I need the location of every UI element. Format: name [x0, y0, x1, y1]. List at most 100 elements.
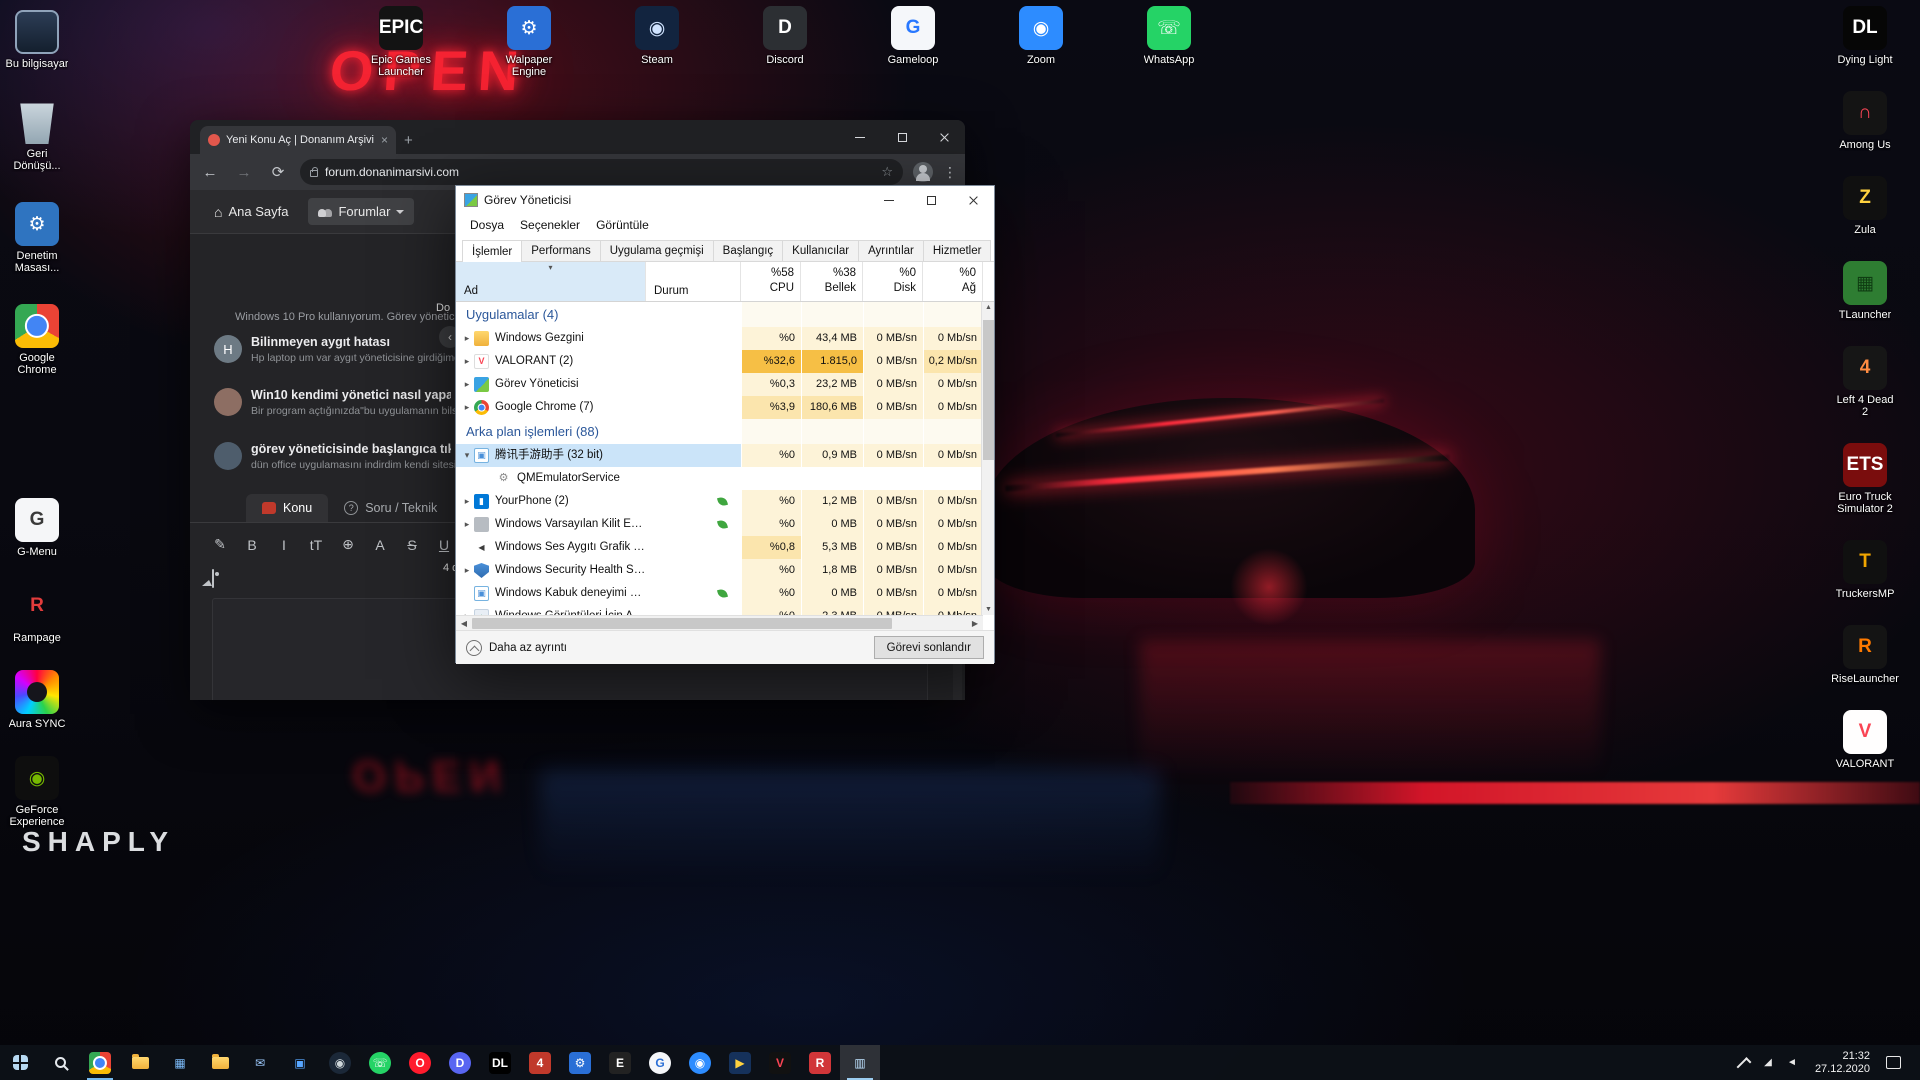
volume-icon[interactable]: ◄	[1785, 1057, 1799, 1068]
process-row[interactable]: ▣ Windows Kabuk deneyimi sistemi %0 0 MB…	[456, 582, 994, 605]
underline-icon[interactable]: U	[436, 537, 452, 553]
desktop-icon-aura-sync[interactable]: Aura SYNC	[4, 670, 70, 730]
taskbar-walpaper-engine[interactable]: ⚙	[560, 1045, 600, 1080]
expand-chevron-icon[interactable]: ▸	[460, 490, 474, 513]
process-row[interactable]: ▸ V VALORANT (2) %32,6 1.815,0 MB 0 MB/s…	[456, 350, 994, 373]
process-row[interactable]: ▸ Windows Varsayılan Kilit Ekranı %0 0 M…	[456, 513, 994, 536]
browser-menu-icon[interactable]: ⋮	[943, 164, 957, 181]
tm-tab[interactable]: Ayrıntılar	[858, 240, 924, 261]
process-row[interactable]: ▸ ▮ YourPhone (2) %0 1,2 MB 0 MB/sn 0 Mb…	[456, 490, 994, 513]
taskbar-folder[interactable]	[200, 1045, 240, 1080]
expand-chevron-icon[interactable]: ▸	[460, 559, 474, 582]
topic-bilinmeyen-aygit[interactable]: HBilinmeyen aygıt hatasıHp laptop um var…	[214, 335, 454, 364]
bold-icon[interactable]: B	[244, 537, 260, 553]
taskbar-dying-light[interactable]: DL	[480, 1045, 520, 1080]
desktop-icon-zoom[interactable]: ◉ Zoom	[1008, 6, 1074, 78]
desktop-icon-rampage[interactable]: R Rampage	[4, 584, 70, 644]
image-icon[interactable]	[212, 569, 214, 588]
process-row[interactable]: ▸ Görev Yöneticisi %0,3 23,2 MB 0 MB/sn …	[456, 373, 994, 396]
new-tab-button[interactable]: +	[404, 132, 413, 149]
desktop-icon-zula[interactable]: Z Zula	[1832, 176, 1898, 236]
desktop-icon-walpaper-engine[interactable]: ⚙ Walpaper Engine	[496, 6, 562, 78]
desktop-icon-control-panel[interactable]: ⚙ Denetim Masası...	[4, 202, 70, 274]
tm-tab[interactable]: Uygulama geçmişi	[600, 240, 714, 261]
start-button[interactable]	[0, 1045, 40, 1080]
topic-win10-yonetici[interactable]: Win10 kendimi yönetici nasıl yaparım?Bir…	[214, 388, 454, 417]
desktop-icon-geforce-experience[interactable]: ◉ GeForce Experience	[4, 756, 70, 828]
desktop-icon-euro-truck-simulator-2[interactable]: ETS Euro Truck Simulator 2	[1832, 443, 1898, 515]
desktop-icon-steam[interactable]: ◉ Steam	[624, 6, 690, 78]
fewer-details-toggle[interactable]: Daha az ayrıntı	[489, 642, 567, 654]
expand-chevron-icon[interactable]: ▸	[460, 396, 474, 419]
process-row[interactable]: ◀ Windows Ses Aygıtı Grafik Yalıtı... %0…	[456, 536, 994, 559]
minimize-button[interactable]	[868, 186, 910, 214]
desktop-icon-tlauncher[interactable]: ▦ TLauncher	[1832, 261, 1898, 321]
process-row[interactable]: ▸ Windows Security Health Service %0 1,8…	[456, 559, 994, 582]
task-manager-titlebar[interactable]: Görev Yöneticisi	[456, 186, 994, 214]
process-row[interactable]: Arka plan işlemleri (88)	[456, 419, 994, 444]
desktop-icon-riselauncher[interactable]: R RiseLauncher	[1832, 625, 1898, 685]
horizontal-scroll-thumb[interactable]	[472, 618, 892, 629]
tm-tab[interactable]: İşlemler	[462, 240, 522, 262]
desktop-icon-valorant[interactable]: V VALORANT	[1832, 710, 1898, 770]
process-row[interactable]: ▸ Windows Gezgini %0 43,4 MB 0 MB/sn 0 M…	[456, 327, 994, 350]
tm-tab[interactable]: Hizmetler	[923, 240, 992, 261]
desktop-icon-whatsapp[interactable]: ☏ WhatsApp	[1136, 6, 1202, 78]
column-header-cpu[interactable]: %58 CPU	[741, 262, 801, 301]
maximize-button[interactable]	[910, 186, 952, 214]
menu-item[interactable]: Dosya	[462, 218, 512, 232]
scroll-right-icon[interactable]: ▶	[967, 619, 983, 628]
tm-tab[interactable]: Başlangıç	[713, 240, 784, 261]
italic-icon[interactable]: I	[276, 537, 292, 553]
desktop-icon-epic-games-launcher[interactable]: EPIC Epic Games Launcher	[368, 6, 434, 78]
taskbar-chrome[interactable]	[80, 1045, 120, 1080]
column-header-name[interactable]: ▾ Ad	[456, 262, 646, 301]
taskbar-mail[interactable]: ✉	[240, 1045, 280, 1080]
end-task-button[interactable]: Görevi sonlandır	[874, 636, 984, 659]
nav-forums[interactable]: Forumlar	[308, 198, 414, 225]
expand-chevron-icon[interactable]: ▸	[460, 605, 474, 615]
bookmark-star-icon[interactable]: ☆	[881, 164, 893, 180]
search-icon[interactable]	[40, 1045, 80, 1080]
back-icon[interactable]: ←	[198, 164, 222, 181]
maximize-button[interactable]	[881, 120, 923, 154]
taskbar-steam[interactable]: ◉	[320, 1045, 360, 1080]
process-row[interactable]: ▾ ▣ 腾讯手游助手 (32 bit) %0 0,9 MB 0 MB/sn 0 …	[456, 444, 994, 467]
horizontal-scrollbar[interactable]: ◀ ▶	[456, 615, 983, 630]
vertical-scroll-thumb[interactable]	[983, 320, 994, 460]
tab-close-icon[interactable]: ×	[381, 133, 388, 147]
taskbar-opera[interactable]: O	[400, 1045, 440, 1080]
desktop-icon-recycle-bin[interactable]: Geri Dönüşü...	[4, 100, 70, 172]
column-header-memory[interactable]: %38 Bellek	[801, 262, 863, 301]
taskbar-task-manager[interactable]: ▥	[840, 1045, 880, 1080]
tab-soru-teknik[interactable]: ? Soru / Teknik	[328, 494, 453, 522]
menu-item[interactable]: Seçenekler	[512, 218, 588, 232]
desktop-icon-left-4-dead-2[interactable]: 4 Left 4 Dead 2	[1832, 346, 1898, 418]
reload-icon[interactable]: ⟳	[266, 163, 290, 181]
scroll-left-icon[interactable]: ◀	[456, 619, 472, 628]
process-row[interactable]: ⚙ QMEmulatorService	[456, 467, 994, 490]
topic-title[interactable]: görev yöneticisinde başlangıca tıkladım.…	[251, 442, 451, 456]
process-row[interactable]: ▸ Google Chrome (7) %3,9 180,6 MB 0 MB/s…	[456, 396, 994, 419]
column-header-disk[interactable]: %0 Disk	[863, 262, 923, 301]
tab-konu[interactable]: Konu	[246, 494, 328, 522]
taskbar-photos[interactable]: ▣	[280, 1045, 320, 1080]
minimize-button[interactable]	[839, 120, 881, 154]
taskbar-this-pc[interactable]: ▦	[160, 1045, 200, 1080]
tm-tab[interactable]: Performans	[521, 240, 600, 261]
browser-tab[interactable]: Yeni Konu Aç | Donanım Arşivi Fo ×	[200, 126, 396, 154]
taskbar-epic-games[interactable]: E	[600, 1045, 640, 1080]
desktop-icon-among-us[interactable]: ∩ Among Us	[1832, 91, 1898, 151]
desktop-icon-dying-light[interactable]: DL Dying Light	[1832, 6, 1898, 66]
expand-chevron-icon[interactable]: ▸	[460, 327, 474, 350]
strikethrough-icon[interactable]: S	[404, 537, 420, 553]
column-header-status[interactable]: Durum	[646, 262, 741, 301]
tm-tab[interactable]: Kullanıcılar	[782, 240, 859, 261]
link-icon[interactable]: ⊕	[340, 536, 356, 553]
expand-chevron-icon[interactable]: ▸	[460, 350, 474, 373]
taskbar-clock[interactable]: 21:32 27.12.2020	[1809, 1050, 1876, 1076]
desktop-icon-discord[interactable]: D Discord	[752, 6, 818, 78]
process-row[interactable]: Uygulamalar (4)	[456, 302, 994, 327]
taskbar-valorant[interactable]: V	[760, 1045, 800, 1080]
topic-gorev-yoneticisi-baslangic[interactable]: görev yöneticisinde başlangıca tıkladım.…	[214, 442, 454, 471]
